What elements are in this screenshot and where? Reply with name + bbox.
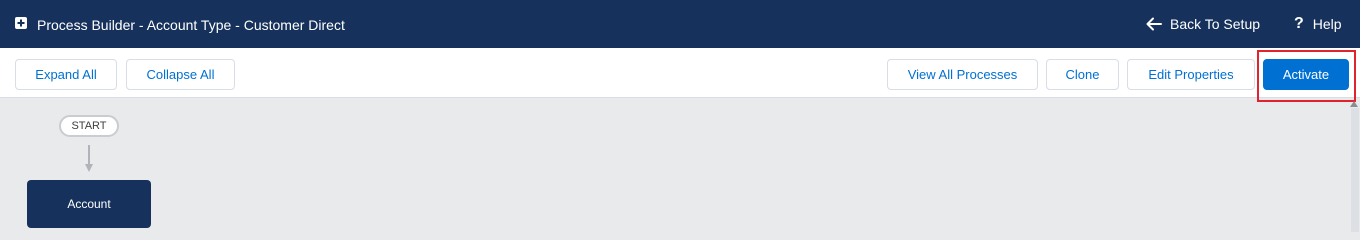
help-icon: ?: [1294, 15, 1304, 32]
edit-properties-button[interactable]: Edit Properties: [1127, 59, 1255, 90]
back-to-setup-label: Back To Setup: [1170, 16, 1261, 32]
back-to-setup-link[interactable]: Back To Setup: [1146, 14, 1260, 34]
collapse-all-button[interactable]: Collapse All: [126, 59, 235, 90]
clone-button[interactable]: Clone: [1046, 59, 1119, 90]
process-canvas: START Account: [0, 99, 1350, 232]
object-node-account[interactable]: Account: [27, 180, 151, 228]
vertical-scrollbar[interactable]: [1351, 108, 1359, 232]
expand-all-button[interactable]: Expand All: [15, 59, 117, 90]
toolbar: Expand All Collapse All View All Process…: [0, 48, 1360, 98]
help-link[interactable]: ? Help: [1294, 14, 1342, 34]
process-builder-icon: [15, 17, 27, 29]
scroll-up-arrow-icon[interactable]: [1350, 101, 1358, 107]
page-title: Process Builder - Account Type - Custome…: [37, 17, 345, 33]
activate-button[interactable]: Activate: [1263, 59, 1349, 90]
arrow-left-icon: [1146, 17, 1162, 31]
connector-arrow-icon: [85, 145, 93, 172]
app-header: Process Builder - Account Type - Custome…: [0, 0, 1360, 48]
start-node: START: [59, 115, 119, 137]
help-label: Help: [1312, 16, 1342, 32]
view-all-processes-button[interactable]: View All Processes: [887, 59, 1038, 90]
